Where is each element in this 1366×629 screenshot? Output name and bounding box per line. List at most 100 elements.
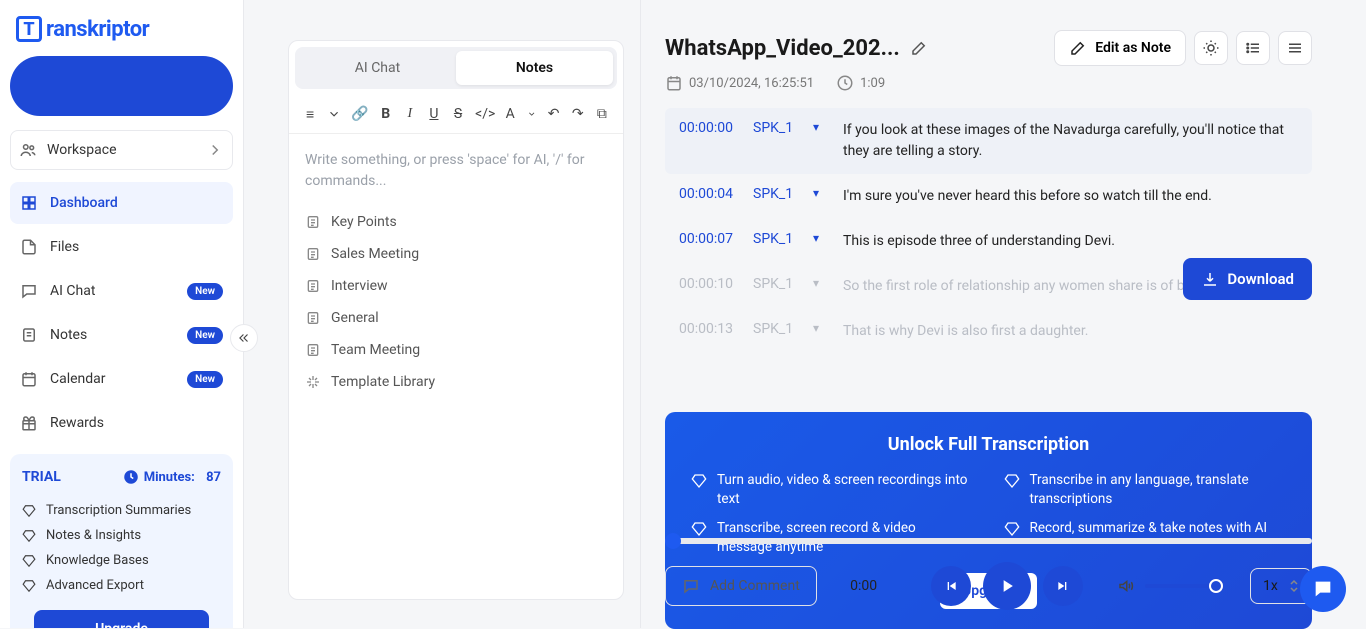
- transcript-speaker[interactable]: SPK_1: [753, 120, 813, 136]
- diamond-icon: [22, 554, 36, 568]
- diamond-icon: [1004, 521, 1020, 537]
- editor-toolbar: ≡ 🔗 B I U S </> A ↶ ↷ ⧉: [289, 95, 623, 134]
- prev-button[interactable]: [931, 566, 971, 606]
- progress-bar[interactable]: [665, 538, 1312, 544]
- primary-action-button[interactable]: [10, 56, 233, 116]
- transcript-row[interactable]: 00:00:00SPK_1▾If you look at these image…: [665, 108, 1312, 174]
- chevron-down-icon[interactable]: ▾: [813, 231, 843, 245]
- template-item[interactable]: General: [305, 302, 607, 334]
- trial-feature: Advanced Export: [22, 573, 221, 598]
- sidebar-item-dashboard[interactable]: Dashboard: [10, 182, 233, 224]
- transcript-speaker[interactable]: SPK_1: [753, 231, 813, 247]
- transcript-speaker[interactable]: SPK_1: [753, 321, 813, 337]
- play-button[interactable]: [983, 562, 1031, 610]
- file-title: WhatsApp_Video_202...: [665, 36, 900, 61]
- more-button[interactable]: [1278, 31, 1312, 65]
- transcript-row[interactable]: 00:00:04SPK_1▾I'm sure you've never hear…: [665, 174, 1312, 219]
- transcript-pane: WhatsApp_Video_202... Edit as Note 03/10…: [640, 0, 1330, 628]
- add-comment-button[interactable]: Add Comment: [665, 566, 817, 606]
- diamond-icon: [1004, 473, 1020, 489]
- volume-control[interactable]: [1117, 577, 1217, 595]
- diamond-icon: [22, 579, 36, 593]
- transcript-speaker[interactable]: SPK_1: [753, 186, 813, 202]
- diamond-icon: [691, 521, 707, 537]
- download-button[interactable]: Download: [1183, 258, 1312, 300]
- sidebar-upgrade-button[interactable]: Upgrade: [34, 610, 209, 628]
- transcript-time[interactable]: 00:00:04: [679, 186, 753, 202]
- template-item[interactable]: Key Points: [305, 206, 607, 238]
- redo-tool[interactable]: ↷: [571, 106, 585, 122]
- next-button[interactable]: [1043, 566, 1083, 606]
- sun-icon: [1202, 39, 1220, 57]
- doc-icon: [305, 342, 321, 358]
- doc-icon: [305, 310, 321, 326]
- edit-title-icon[interactable]: [910, 39, 928, 57]
- volume-icon: [1117, 577, 1135, 595]
- chevron-down-icon[interactable]: [327, 105, 341, 123]
- text-color-tool[interactable]: A: [503, 106, 517, 122]
- align-tool[interactable]: ≡: [303, 106, 317, 123]
- chevron-down-icon[interactable]: ▾: [813, 276, 843, 290]
- list-view-button[interactable]: [1236, 31, 1270, 65]
- transcript-time[interactable]: 00:00:00: [679, 120, 753, 136]
- sidebar-item-ai-chat[interactable]: AI ChatNew: [10, 270, 233, 312]
- doc-icon: [305, 246, 321, 262]
- bold-tool[interactable]: B: [379, 106, 393, 122]
- logo-icon: T: [16, 16, 42, 42]
- nav: DashboardFilesAI ChatNewNotesNewCalendar…: [10, 182, 233, 444]
- workspace-label: Workspace: [47, 142, 117, 158]
- template-item[interactable]: Sales Meeting: [305, 238, 607, 270]
- help-chat-button[interactable]: [1300, 566, 1346, 612]
- theme-button[interactable]: [1194, 31, 1228, 65]
- hamburger-icon: [1286, 39, 1304, 57]
- underline-tool[interactable]: U: [427, 106, 441, 122]
- template-item[interactable]: Team Meeting: [305, 334, 607, 366]
- template-item[interactable]: Interview: [305, 270, 607, 302]
- logo[interactable]: T ranskriptor: [10, 12, 233, 56]
- transcript-speaker[interactable]: SPK_1: [753, 276, 813, 292]
- diamond-icon: [22, 529, 36, 543]
- progress-handle[interactable]: [665, 533, 681, 549]
- sidebar-item-notes[interactable]: NotesNew: [10, 314, 233, 356]
- link-tool[interactable]: 🔗: [351, 106, 368, 122]
- tab-notes[interactable]: Notes: [456, 51, 613, 85]
- sidebar-item-calendar[interactable]: CalendarNew: [10, 358, 233, 400]
- trial-minutes: Minutes: 87: [122, 468, 221, 486]
- transcript-list: 00:00:00SPK_1▾If you look at these image…: [665, 108, 1312, 408]
- transcript-row[interactable]: 00:00:13SPK_1▾That is why Devi is also f…: [665, 309, 1312, 354]
- code-tool[interactable]: </>: [475, 106, 493, 122]
- edit-as-note-button[interactable]: Edit as Note: [1054, 30, 1186, 66]
- template-item[interactable]: Template Library: [305, 366, 607, 398]
- workspace-selector[interactable]: Workspace: [10, 130, 233, 170]
- chevron-down-icon[interactable]: ▾: [813, 186, 843, 200]
- chevron-down-icon[interactable]: [527, 105, 536, 123]
- list-icon: [1244, 39, 1262, 57]
- new-badge: New: [187, 371, 223, 388]
- clock-icon: [122, 468, 140, 486]
- tab-ai-chat[interactable]: AI Chat: [299, 51, 456, 85]
- chevron-down-icon[interactable]: ▾: [813, 120, 843, 134]
- chevron-double-left-icon: [237, 331, 251, 345]
- strike-tool[interactable]: S: [451, 106, 465, 122]
- volume-slider[interactable]: [1145, 584, 1217, 588]
- volume-handle[interactable]: [1209, 579, 1223, 593]
- copy-tool[interactable]: ⧉: [595, 106, 609, 122]
- promo-feature: Turn audio, video & screen recordings in…: [691, 471, 974, 509]
- sidebar-item-rewards[interactable]: Rewards: [10, 402, 233, 444]
- transcript-time[interactable]: 00:00:13: [679, 321, 753, 337]
- transcript-time[interactable]: 00:00:07: [679, 231, 753, 247]
- editor-body[interactable]: Write something, or press 'space' for AI…: [289, 134, 623, 414]
- transcript-text: I'm sure you've never heard this before …: [843, 186, 1298, 207]
- trial-feature: Notes & Insights: [22, 523, 221, 548]
- editor-placeholder: Write something, or press 'space' for AI…: [305, 150, 607, 192]
- italic-tool[interactable]: I: [403, 106, 417, 122]
- undo-tool[interactable]: ↶: [547, 106, 561, 122]
- collapse-sidebar-button[interactable]: [230, 324, 258, 352]
- new-badge: New: [187, 283, 223, 300]
- chevron-down-icon[interactable]: ▾: [813, 321, 843, 335]
- diamond-icon: [22, 504, 36, 518]
- transcript-time[interactable]: 00:00:10: [679, 276, 753, 292]
- transcript-text: This is episode three of understanding D…: [843, 231, 1298, 252]
- sidebar-item-files[interactable]: Files: [10, 226, 233, 268]
- trial-card: TRIAL Minutes: 87 Transcription Summarie…: [10, 454, 233, 628]
